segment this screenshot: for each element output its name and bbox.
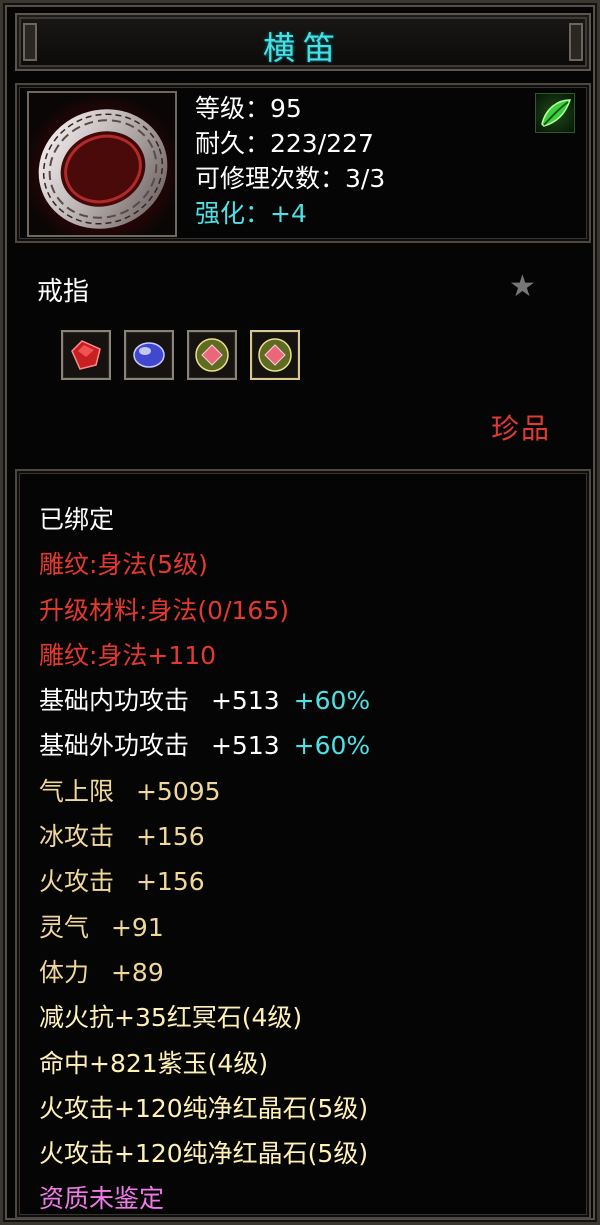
item-slot — [27, 91, 177, 237]
attr-label: 灵气 — [39, 912, 90, 942]
attr-value: +89 — [110, 957, 164, 987]
attr-bonus: +60% — [293, 686, 371, 716]
attributes-panel: 已绑定 雕纹:身法(5级) 升级材料:身法(0/165) 雕纹:身法+110 基… — [15, 469, 591, 1219]
item-tooltip: 横笛 等级：95 耐久：223/227 可修理次数：3/3 强化：+4 戒指 ★… — [0, 0, 600, 1225]
repair-count-text: 可修理次数：3/3 — [195, 164, 386, 193]
durability-text: 耐久：223/227 — [195, 129, 374, 158]
attr-value: +513 — [210, 686, 280, 716]
item-stats: 等级：95 耐久：223/227 可修理次数：3/3 强化：+4 — [195, 91, 385, 231]
qi-limit-line: 气上限 +5095 — [39, 769, 370, 814]
gem-bonus-line: 火攻击+120纯净红晶石(5级) — [39, 1139, 369, 1169]
green-leaf-icon — [535, 93, 575, 133]
item-type: 戒指 — [37, 277, 90, 307]
attr-value: +156 — [135, 867, 205, 897]
title-bar-endcap-right — [569, 23, 583, 61]
socket-gems — [61, 330, 300, 380]
attr-label: 火攻击 — [39, 867, 115, 897]
attr-value: +91 — [110, 912, 164, 942]
purple-gem-icon[interactable] — [124, 330, 174, 380]
title-bar: 横笛 — [15, 13, 591, 71]
gem-bonus-line: 减火抗+35红冥石(4级) — [39, 1003, 303, 1033]
inner-attack-line: 基础内功攻击 +513 +60% — [39, 678, 370, 723]
quality-status: 资质未鉴定 — [39, 1184, 165, 1214]
red-crystal-icon[interactable] — [187, 330, 237, 380]
spirit-line: 灵气 +91 — [39, 905, 370, 950]
attr-value: +156 — [135, 822, 205, 852]
gem-bonus-line: 火攻击+120纯净红晶石(5级) — [39, 1093, 369, 1123]
attr-label: 气上限 — [39, 776, 115, 806]
level-text: 等级：95 — [195, 94, 302, 123]
red-crystal-icon[interactable] — [250, 330, 300, 380]
ice-attack-line: 冰攻击 +156 — [39, 814, 370, 859]
silver-ring-icon — [29, 93, 175, 235]
attribute-list: 已绑定 雕纹:身法(5级) 升级材料:身法(0/165) 雕纹:身法+110 基… — [39, 497, 370, 1222]
item-name: 横笛 — [262, 29, 343, 67]
engrave-line: 雕纹:身法(5级) — [39, 550, 208, 580]
outer-attack-line: 基础外功攻击 +513 +60% — [39, 723, 370, 768]
red-gem-icon[interactable] — [61, 330, 111, 380]
stamina-line: 体力 +89 — [39, 950, 370, 995]
engrave-bonus-line: 雕纹:身法+110 — [39, 640, 217, 670]
attr-label: 体力 — [39, 957, 90, 987]
item-header: 等级：95 耐久：223/227 可修理次数：3/3 强化：+4 — [15, 83, 591, 243]
star-icon[interactable]: ★ — [509, 269, 536, 305]
bound-status: 已绑定 — [39, 505, 115, 534]
fire-attack-line: 火攻击 +156 — [39, 859, 370, 904]
attr-label: 基础内功攻击 — [39, 686, 190, 716]
attr-value: +513 — [210, 731, 280, 761]
attr-label: 冰攻击 — [39, 822, 115, 852]
enhance-text: 强化：+4 — [195, 199, 307, 228]
gem-bonus-line: 命中+821紫玉(4级) — [39, 1048, 269, 1078]
attr-label: 基础外功攻击 — [39, 731, 190, 761]
upgrade-material-line: 升级材料:身法(0/165) — [39, 595, 289, 625]
attr-value: +5095 — [135, 776, 221, 806]
attr-bonus: +60% — [293, 731, 371, 761]
rarity-label: 珍品 — [490, 412, 551, 445]
